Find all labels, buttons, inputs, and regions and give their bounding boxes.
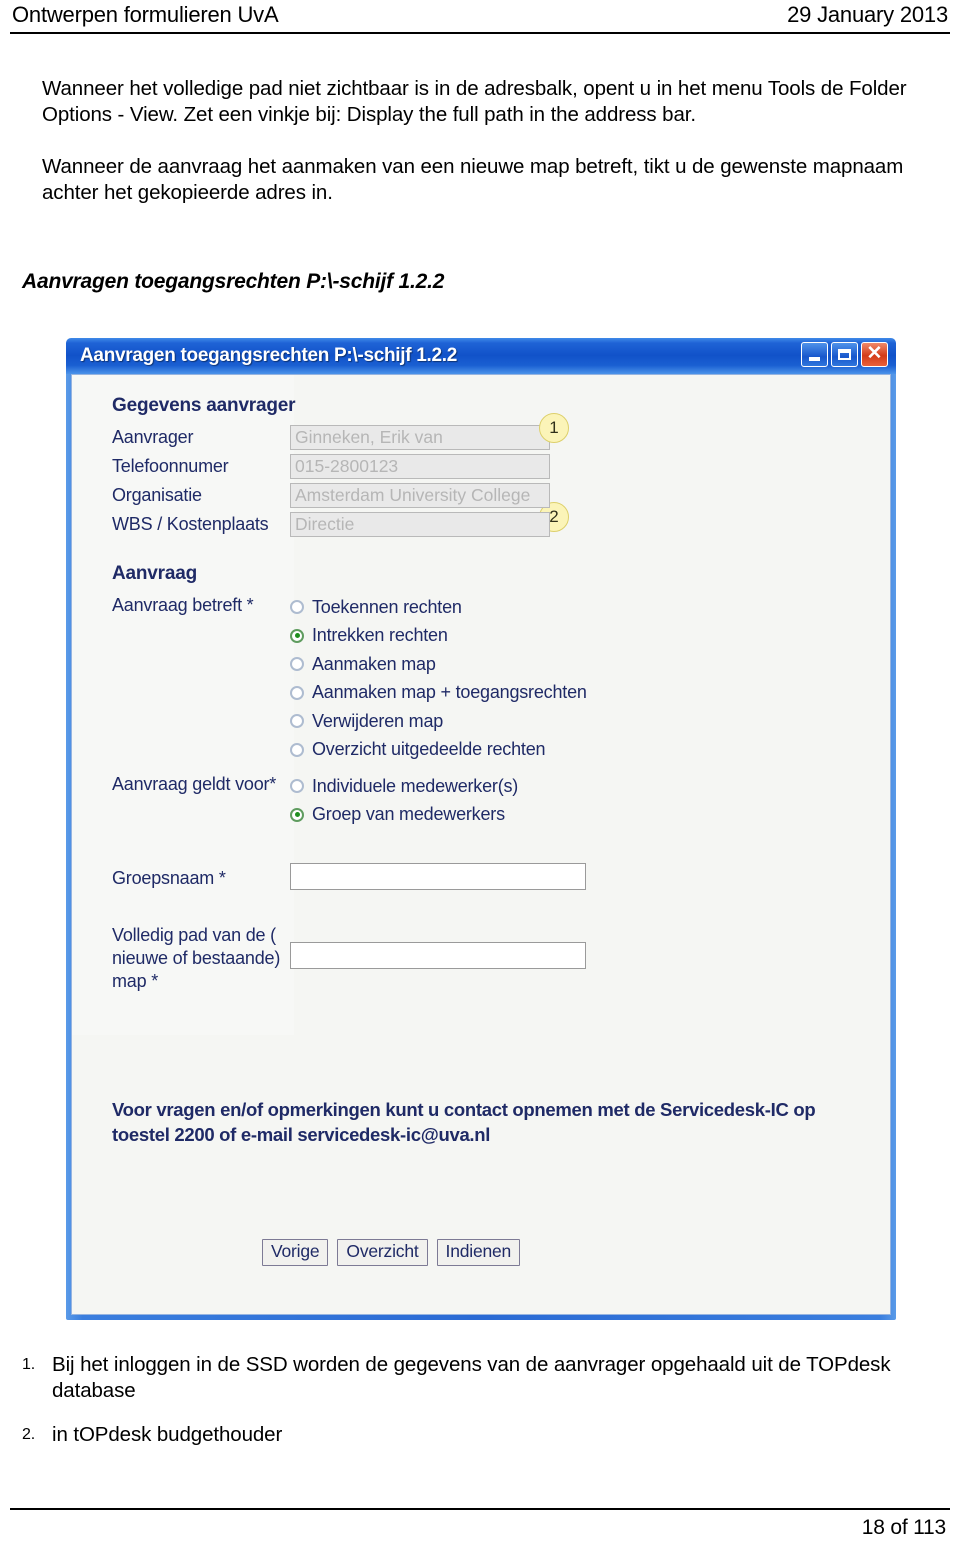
close-icon[interactable]: ✕ <box>861 342 888 367</box>
list-item: 1. Bij het inloggen in de SSD worden de … <box>22 1352 932 1404</box>
field-row-groepsnaam: Groepsnaam * <box>112 863 872 890</box>
input-organisatie: Amsterdam University College <box>290 483 550 508</box>
field-row-telefoonnumer: Telefoonnumer 015-2800123 2 <box>112 454 872 532</box>
input-volledig-pad[interactable] <box>290 942 586 969</box>
overzicht-button[interactable]: Overzicht <box>337 1239 428 1266</box>
radio-dot-icon <box>290 779 304 794</box>
list-item-text: in tOPdesk budgethouder <box>52 1423 283 1446</box>
radio-group-aanvraag-geldt-voor: Aanvraag geldt voor* Individuele medewer… <box>112 772 872 829</box>
dialog-title: Aanvragen toegangsrechten P:\-schijf 1.2… <box>80 345 458 366</box>
header-document-title: Ontwerpen formulieren UvA <box>12 2 279 27</box>
maximize-icon[interactable] <box>831 342 858 367</box>
label-aanvraag-geldt-voor: Aanvraag geldt voor* <box>112 774 277 794</box>
window-controls: ✕ <box>801 342 888 367</box>
footer-page-number: 18 of 113 <box>861 1516 946 1539</box>
list-item-text: Bij het inloggen in de SSD worden de geg… <box>52 1353 891 1402</box>
input-wbs-kostenplaats: Directie <box>290 512 550 537</box>
radio-label: Intrekken rechten <box>312 625 448 646</box>
numbered-note-list: 1. Bij het inloggen in de SSD worden de … <box>22 1352 932 1466</box>
body-copy: Wanneer het volledige pad niet zichtbaar… <box>42 76 922 232</box>
contact-note: Voor vragen en/of opmerkingen kunt u con… <box>112 1099 816 1145</box>
input-groepsnaam[interactable] <box>290 863 586 890</box>
applicant-section-heading: Gegevens aanvrager <box>112 395 296 416</box>
radio-overzicht-uitgedeelde-rechten[interactable]: Overzicht uitgedeelde rechten <box>290 736 872 765</box>
radio-dot-icon <box>290 742 304 757</box>
label-wbs-kostenplaats: WBS / Kostenplaats <box>112 514 269 534</box>
radio-label: Groep van medewerkers <box>312 804 505 825</box>
radio-aanmaken-map[interactable]: Aanmaken map <box>290 650 872 679</box>
radio-label: Aanmaken map + toegangsrechten <box>312 682 587 703</box>
input-aanvrager: Ginneken, Erik van <box>290 425 550 450</box>
radio-toekennen-rechten[interactable]: Toekennen rechten <box>290 593 872 622</box>
radio-group-aanvraag-betreft: Aanvraag betreft * Toekennen rechten Int… <box>112 593 872 764</box>
section-title: Aanvragen toegangsrechten P:\-schijf 1.2… <box>22 270 445 293</box>
label-organisatie: Organisatie <box>112 485 202 505</box>
label-groepsnaam: Groepsnaam * <box>112 868 226 888</box>
radio-verwijderen-map[interactable]: Verwijderen map <box>290 707 872 736</box>
label-aanvrager: Aanvrager <box>112 427 194 447</box>
callout-badge-1: 1 <box>539 413 569 443</box>
list-item: 2. in tOPdesk budgethouder <box>22 1422 932 1448</box>
header-date: 29 January 2013 <box>787 2 948 27</box>
radio-intrekken-rechten[interactable]: Intrekken rechten <box>290 622 872 651</box>
vorige-button[interactable]: Vorige <box>262 1239 329 1266</box>
radio-label: Verwijderen map <box>312 710 444 731</box>
label-aanvraag-betreft: Aanvraag betreft * <box>112 595 254 615</box>
radio-dot-selected-icon <box>290 628 304 643</box>
radio-dot-icon <box>290 714 304 729</box>
request-section-heading: Aanvraag <box>112 563 197 584</box>
form-area: Gegevens aanvrager Aanvrager Ginneken, E… <box>112 395 872 993</box>
radio-aanmaken-map-toegangsrechten[interactable]: Aanmaken map + toegangsrechten <box>290 679 872 708</box>
radio-label: Aanmaken map <box>312 653 436 674</box>
radio-dot-icon <box>290 657 304 672</box>
dialog-titlebar: Aanvragen toegangsrechten P:\-schijf 1.2… <box>66 338 896 374</box>
paragraph-2: Wanneer de aanvraag het aanmaken van een… <box>42 155 904 204</box>
radio-dot-icon <box>290 600 304 615</box>
label-volledig-pad: Volledig pad van de ( nieuwe of bestaand… <box>112 925 281 991</box>
dialog-content: Gegevens aanvrager Aanvrager Ginneken, E… <box>71 374 891 1315</box>
dialog-button-bar: Vorige Overzicht Indienen <box>262 1239 521 1266</box>
paragraph-1: Wanneer het volledige pad niet zichtbaar… <box>42 77 907 126</box>
header-divider <box>10 32 950 34</box>
minimize-icon[interactable] <box>801 342 828 367</box>
radio-dot-icon <box>290 685 304 700</box>
request-section: Aanvraag Aanvraag betreft * Toekennen re… <box>112 563 872 829</box>
footer-divider <box>10 1508 950 1510</box>
list-item-number: 2. <box>22 1426 35 1443</box>
radio-label: Overzicht uitgedeelde rechten <box>312 739 546 760</box>
radio-label: Individuele medewerker(s) <box>312 775 519 796</box>
screenshot-dialog-window: Aanvragen toegangsrechten P:\-schijf 1.2… <box>66 338 896 1320</box>
radio-label: Toekennen rechten <box>312 596 462 617</box>
list-item-number: 1. <box>22 1356 35 1373</box>
field-row-aanvrager: Aanvrager Ginneken, Erik van 1 <box>112 413 872 450</box>
input-telefoonnumer: 015-2800123 <box>290 454 550 479</box>
radio-individuele-medewerkers[interactable]: Individuele medewerker(s) <box>290 772 872 801</box>
field-row-organisatie: Organisatie Amsterdam University College <box>112 483 872 508</box>
radio-dot-selected-icon <box>290 807 304 822</box>
label-telefoonnumer: Telefoonnumer <box>112 456 229 476</box>
field-row-wbs-kostenplaats: WBS / Kostenplaats Directie <box>112 512 872 537</box>
page-header: Ontwerpen formulieren UvA 29 January 201… <box>12 2 948 28</box>
radio-groep-van-medewerkers[interactable]: Groep van medewerkers <box>290 801 872 830</box>
indienen-button[interactable]: Indienen <box>436 1239 521 1266</box>
field-row-volledig-pad: Volledig pad van de ( nieuwe of bestaand… <box>112 920 872 993</box>
